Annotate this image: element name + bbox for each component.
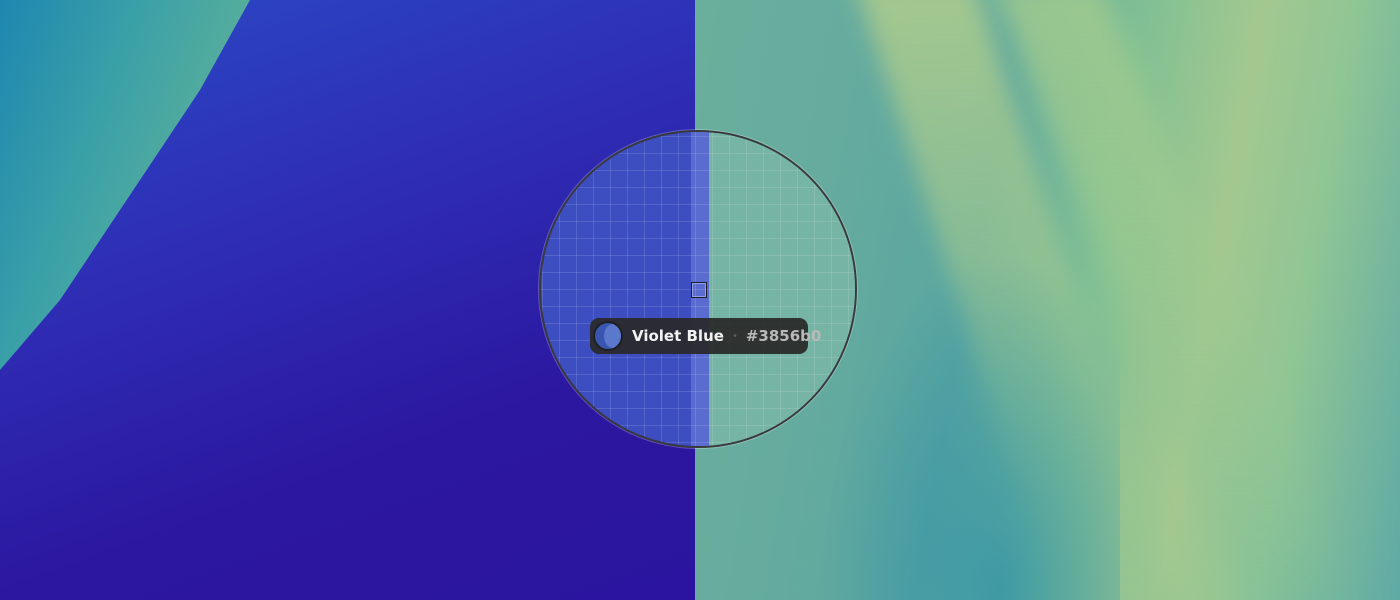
color-name-label: Violet Blue — [632, 327, 724, 345]
crosshair-square-icon — [691, 282, 707, 298]
separator-dot: • — [731, 330, 738, 342]
swatch-highlight — [604, 324, 621, 348]
wallpaper-shadow — [820, 250, 1120, 600]
desktop-wallpaper: Violet Blue • #3856b0 — [0, 0, 1400, 600]
color-picker-magnifier[interactable] — [539, 130, 857, 448]
color-hex-value: #3856b0 — [745, 327, 822, 345]
color-readout: Violet Blue • #3856b0 — [590, 318, 821, 354]
color-swatch-icon — [593, 321, 623, 351]
